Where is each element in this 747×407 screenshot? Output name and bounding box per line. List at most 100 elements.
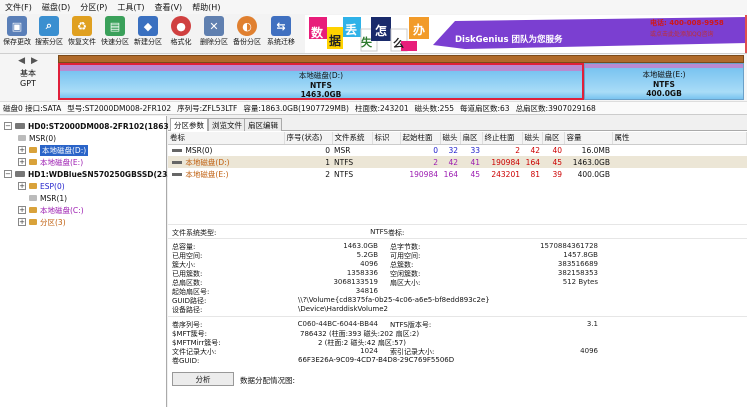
system-migrate-button[interactable]: ⇆ 系统迁移 (266, 16, 296, 47)
new-partition-icon: ◆ (138, 16, 158, 36)
col-end-cyl[interactable]: 终止柱面 (482, 132, 523, 145)
table-row[interactable]: 本地磁盘(E:) 2 NTFS 190984 164 45 243201 81 … (168, 168, 747, 180)
index-record-size-value: 4096 (580, 347, 598, 355)
partition-d-fs: NTFS (310, 81, 332, 90)
partition-icon (29, 207, 37, 213)
disk-cylinders: 柱面数:243201 (354, 103, 409, 113)
col-volume[interactable]: 卷标 (168, 132, 285, 145)
banner-char: 丢 (345, 23, 358, 37)
expand-icon[interactable]: + (18, 146, 26, 154)
col-index[interactable]: 序号(状态) (284, 132, 333, 145)
col-start-sector[interactable]: 扇区 (460, 132, 483, 145)
hard-disk-icon (15, 123, 25, 129)
expand-icon[interactable]: + (18, 158, 26, 166)
partition-e-name: 本地磁盘(E:) (642, 70, 686, 79)
tree-item-d[interactable]: + 本地磁盘(D:) (18, 144, 89, 156)
backup-partition-button[interactable]: ◐ 备份分区 (232, 16, 262, 47)
total-capacity-value: 1463.0GB (343, 242, 378, 250)
tree-item-part3[interactable]: + 分区(3) (18, 216, 66, 228)
partition-e-block[interactable]: 本地磁盘(E:) NTFS 400.0GB (584, 63, 744, 100)
guid-path-value: \\?\Volume{cd8375fa-0b25-4c06-a6e5-bf8ed… (298, 296, 490, 304)
delete-partition-button[interactable]: ✕ 删除分区 (199, 16, 229, 47)
divider (168, 238, 747, 239)
expand-icon[interactable]: + (18, 182, 26, 190)
tree-item-esp[interactable]: + ESP(0) (18, 180, 65, 192)
device-path-label: 设备路径: (172, 306, 203, 314)
col-end-sector[interactable]: 扇区 (542, 132, 565, 145)
partition-e-fs: NTFS (653, 80, 675, 89)
tree-item-msr1[interactable]: MSR(1) (18, 192, 67, 204)
disk-heads: 磁头数:255 (414, 103, 454, 113)
partition-e-size: 400.0GB (646, 89, 682, 98)
tree-item-msr0[interactable]: MSR(0) (18, 132, 56, 144)
disk-type-label: 基本 (20, 69, 36, 78)
data-allocation-label: 数据分配情况图: (240, 376, 296, 385)
table-header-row: 卷标 序号(状态) 文件系统 标识 起始柱面 磁头 扇区 终止柱面 磁头 扇区 … (168, 132, 747, 145)
banner-char: 么 (393, 37, 404, 50)
col-start-cyl[interactable]: 起始柱面 (400, 132, 441, 145)
disk-total-sectors: 总扇区数:3907029168 (515, 103, 596, 113)
banner-char: 办 (413, 23, 426, 37)
menu-tools[interactable]: 工具(T) (112, 2, 149, 13)
divider (168, 224, 747, 225)
volume-label-label: 卷标: (388, 229, 405, 237)
tab-bar: 分区参数 浏览文件 扇区编辑 (168, 116, 747, 131)
banner-char: 据 (329, 34, 342, 48)
banner-brand: DiskGenius 团队为您服务 (455, 35, 563, 45)
col-attr[interactable]: 属性 (612, 132, 747, 145)
quick-partition-button[interactable]: ▤ 快速分区 (100, 16, 130, 47)
disk-nav: ◀ ▶ 基本 GPT (4, 56, 52, 100)
analyze-button[interactable]: 分析 (172, 372, 234, 386)
col-id[interactable]: 标识 (372, 132, 401, 145)
menu-file[interactable]: 文件(F) (0, 2, 37, 13)
table-row[interactable]: MSR(0) 0 MSR 0 32 33 2 42 40 16.0MB (168, 144, 747, 156)
start-sector-value: 34816 (355, 287, 378, 295)
tree-item-e[interactable]: + 本地磁盘(E:) (18, 156, 83, 168)
total-sectors-value: 3068133519 (333, 278, 378, 286)
search-partition-button[interactable]: ⌕ 搜索分区 (34, 16, 64, 47)
left-arrow-icon[interactable]: ◀ (18, 56, 25, 66)
tree-hd0[interactable]: − HD0:ST2000DM008-2FR102(1863GB) (4, 120, 184, 132)
format-icon: ● (171, 16, 191, 36)
banner-qq: 或点击此处添加QQ咨询 (650, 31, 714, 38)
device-path-value: \Device\HarddiskVolume2 (298, 305, 388, 313)
col-filesystem[interactable]: 文件系统 (332, 132, 373, 145)
new-partition-button[interactable]: ◆ 新建分区 (133, 16, 163, 47)
ad-banner[interactable]: 数 据 丢 失 怎 么 办 DiskGenius 团队为您服务 电话: 400-… (305, 15, 747, 53)
partition-d-size: 1463.0GB (300, 90, 342, 99)
tab-sector-editor[interactable]: 扇区编辑 (244, 118, 282, 131)
col-start-head[interactable]: 磁头 (440, 132, 461, 145)
recover-files-button[interactable]: ♻ 恢复文件 (67, 16, 97, 47)
menu-view[interactable]: 查看(V) (149, 2, 187, 13)
collapse-icon[interactable]: − (4, 170, 12, 178)
tree-item-c[interactable]: + 本地磁盘(C:) (18, 204, 84, 216)
drive-icon (172, 149, 183, 153)
expand-icon[interactable]: + (18, 206, 26, 214)
cell-volume: 本地磁盘(D:) (168, 156, 284, 168)
partition-panel: 分区参数 浏览文件 扇区编辑 卷标 序号(状态) 文件系统 标识 起始柱面 磁头… (168, 116, 747, 407)
msr-strip (58, 55, 744, 63)
tree-hd1[interactable]: − HD1:WDBlueSN570250GBSSD(233GB (4, 168, 184, 180)
collapse-icon[interactable]: − (4, 122, 12, 130)
expand-icon[interactable]: + (18, 218, 26, 226)
partition-d-block[interactable]: 本地磁盘(D:) NTFS 1463.0GB (58, 63, 584, 100)
hard-disk-icon (15, 171, 25, 177)
right-arrow-icon[interactable]: ▶ (31, 56, 38, 66)
table-row[interactable]: 本地磁盘(D:) 1 NTFS 2 42 41 190984 164 45 14… (168, 156, 747, 168)
tab-browse-files[interactable]: 浏览文件 (208, 118, 246, 131)
menu-disk[interactable]: 磁盘(D) (37, 2, 75, 13)
fs-type-value: NTFS (370, 228, 388, 236)
banner-phone: 电话: 400-008-9958 (650, 19, 724, 27)
col-end-head[interactable]: 磁头 (522, 132, 543, 145)
partition-icon (18, 135, 26, 141)
disk-model: 型号:ST2000DM008-2FR102 (67, 103, 172, 113)
format-button[interactable]: ● 格式化 (166, 16, 196, 47)
disk-info-bar: 磁盘0 接口:SATA 型号:ST2000DM008-2FR102 序列号:ZF… (0, 101, 747, 115)
tab-partition-params[interactable]: 分区参数 (170, 118, 208, 131)
volume-serial-value: C060-44BC-6044-BB44 (297, 320, 378, 328)
col-capacity[interactable]: 容量 (564, 132, 613, 145)
used-clusters-value: 1358336 (346, 269, 378, 277)
total-bytes-value: 1570884361728 (540, 242, 598, 250)
menu-help[interactable]: 帮助(H) (187, 2, 225, 13)
menu-partition[interactable]: 分区(P) (75, 2, 112, 13)
